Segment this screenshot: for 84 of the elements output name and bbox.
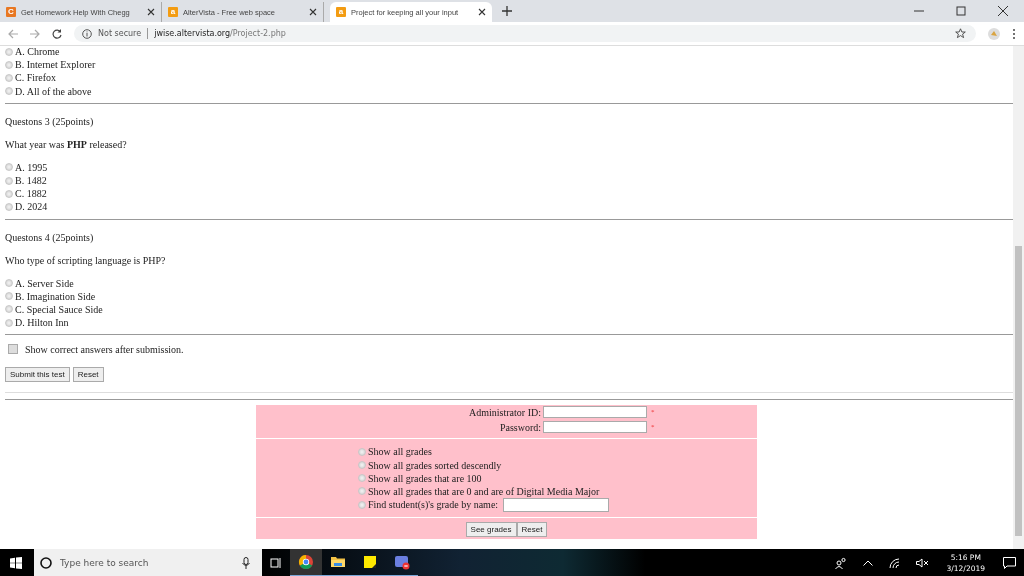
close-icon[interactable] (309, 8, 317, 16)
form-button[interactable]: Reset (72, 367, 104, 383)
question-heading: Questons 4 (25points) (5, 231, 95, 244)
option-label: B. 1482 (15, 175, 47, 187)
radio-button[interactable] (5, 87, 13, 96)
radio-button[interactable] (5, 279, 13, 288)
chevron-up-icon[interactable] (862, 560, 873, 566)
folder-icon[interactable] (330, 554, 346, 570)
search-placeholder: Type here to search (60, 558, 149, 568)
option-label: D. 2024 (15, 201, 48, 213)
radio-button[interactable] (5, 318, 13, 327)
favicon-icon: a (336, 7, 346, 17)
microphone-icon[interactable] (242, 557, 250, 569)
option-label: B. Internet Explorer (15, 59, 96, 71)
windows-start-icon[interactable] (10, 557, 22, 569)
address-field[interactable]: Not secure jwise.altervista.org/Project-2.php (74, 25, 976, 42)
new-tab-icon[interactable] (502, 6, 512, 16)
option-label: Show all grades sorted descendly (368, 459, 502, 471)
close-icon[interactable] (998, 6, 1008, 16)
radio-button[interactable] (5, 163, 13, 172)
radio-button[interactable] (5, 292, 13, 301)
option-label: Show all grades that are 100 (368, 472, 482, 484)
option-label: C. 1882 (15, 188, 47, 200)
option-label: A. Server Side (15, 277, 74, 289)
taskbar-search-field[interactable]: Type here to search (34, 549, 262, 576)
checkbox[interactable] (8, 344, 18, 355)
menu-icon[interactable] (1012, 27, 1016, 40)
speaker-muted-icon[interactable] (915, 558, 929, 568)
option-label: B. Imagination Side (15, 290, 96, 302)
radio-button[interactable] (358, 500, 366, 509)
radio-button[interactable] (358, 474, 366, 483)
option-label: Find student(s)'s grade by name: (368, 499, 499, 511)
security-label: Not secure (98, 29, 142, 38)
radio-button[interactable] (5, 47, 13, 56)
option-label: A. Chrome (15, 46, 60, 58)
url-text: jwise.altervista.org/Project-2.php (154, 29, 286, 38)
question-heading: Questons 3 (25points) (5, 115, 95, 128)
option-label: A. 1995 (15, 161, 48, 173)
question-text: Who type of scripting language is PHP? (5, 254, 167, 267)
option-label: C. Firefox (15, 72, 57, 84)
scrollbar[interactable] (1013, 46, 1024, 549)
option-label: D. Hilton Inn (15, 317, 69, 329)
checkbox-label: Show correct answers after submission. (25, 343, 184, 355)
option-label: Show all grades that are 0 and are of Digital Media Major (368, 485, 600, 497)
info-icon (82, 28, 92, 39)
radio-button[interactable] (358, 461, 366, 470)
input-field[interactable] (543, 406, 647, 419)
maximize-icon[interactable] (956, 6, 966, 16)
radio-button[interactable] (5, 202, 13, 211)
cortana-icon (40, 557, 52, 569)
radio-button[interactable] (358, 487, 366, 496)
chrome-icon[interactable] (298, 554, 314, 570)
favicon-icon: C (6, 7, 16, 17)
option-label: D. All of the above (15, 85, 92, 97)
input-field[interactable] (543, 421, 647, 434)
notification-icon[interactable] (1003, 557, 1016, 569)
form-button[interactable]: Submit this test (5, 367, 70, 383)
back-icon[interactable] (8, 28, 18, 39)
field-label: Password: (498, 421, 541, 433)
radio-button[interactable] (358, 447, 366, 456)
radio-button[interactable] (5, 73, 13, 82)
people-icon[interactable] (834, 557, 847, 569)
question-text: What year was PHP released? (5, 138, 128, 151)
input-field[interactable] (503, 497, 610, 512)
reload-icon[interactable] (52, 28, 62, 39)
field-label: Administrator ID: (468, 406, 541, 418)
radio-button[interactable] (5, 60, 13, 69)
task-view-icon[interactable] (270, 557, 282, 569)
option-label: C. Special Sauce Side (15, 303, 103, 315)
wifi-icon[interactable] (888, 557, 900, 569)
favicon-icon: a (168, 7, 178, 17)
option-label: Show all grades (368, 446, 432, 458)
radio-button[interactable] (5, 305, 13, 314)
radio-button[interactable] (5, 176, 13, 185)
close-icon[interactable] (478, 8, 486, 16)
app-icon[interactable] (394, 554, 410, 570)
form-button[interactable]: Reset (516, 522, 548, 538)
star-icon[interactable] (955, 28, 966, 39)
close-icon[interactable] (147, 8, 155, 16)
forward-icon[interactable] (30, 28, 40, 39)
extension-icon[interactable] (988, 27, 1000, 40)
radio-button[interactable] (5, 189, 13, 198)
form-button[interactable]: See grades (465, 522, 517, 538)
sticky-note-icon[interactable] (362, 554, 378, 570)
